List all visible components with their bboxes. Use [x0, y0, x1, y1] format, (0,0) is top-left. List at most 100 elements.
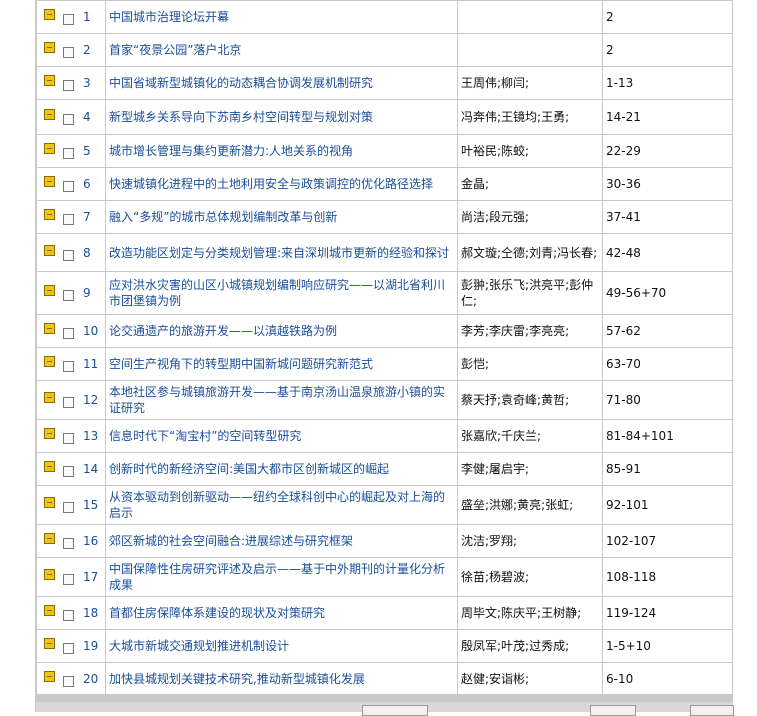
article-title-link[interactable]: 大城市新城交通规划推进机制设计 — [109, 639, 289, 653]
title-cell: 创新时代的新经济空间:美国大都市区创新城区的崛起 — [106, 453, 457, 485]
row-number: 17 — [83, 570, 99, 584]
highlighter-icon[interactable] — [44, 461, 55, 472]
authors-cell: 冯奔伟;王镜均;王勇; — [458, 100, 602, 134]
page-button-next[interactable] — [690, 705, 734, 716]
article-title-link[interactable]: 首都住房保障体系建设的现状及对策研究 — [109, 606, 325, 620]
row-checkbox[interactable] — [63, 676, 74, 687]
row-checkbox[interactable] — [63, 250, 74, 261]
row-checkbox[interactable] — [63, 214, 74, 225]
highlighter-icon[interactable] — [44, 209, 55, 220]
row-checkbox[interactable] — [63, 538, 74, 549]
pages-cell: 22-29 — [603, 135, 732, 167]
pages-cell: 92-101 — [603, 486, 732, 524]
table-row: 5 城市增长管理与集约更新潜力:人地关系的视角 叶裕民;陈蛟; 22-29 — [37, 135, 732, 167]
highlighter-icon[interactable] — [44, 533, 55, 544]
table-row: 19 大城市新城交通规划推进机制设计 殷凤军;叶茂;过秀成; 1-5+10 — [37, 630, 732, 662]
article-title-link[interactable]: 中国城市治理论坛开幕 — [109, 10, 229, 24]
article-title-link[interactable]: 新型城乡关系导向下苏南乡村空间转型与规划对策 — [109, 110, 373, 124]
title-cell: 新型城乡关系导向下苏南乡村空间转型与规划对策 — [106, 100, 457, 134]
row-checkbox[interactable] — [63, 433, 74, 444]
highlighter-icon[interactable] — [44, 569, 55, 580]
article-title-link[interactable]: 快速城镇化进程中的土地利用安全与政策调控的优化路径选择 — [109, 177, 433, 191]
row-number: 14 — [83, 462, 99, 476]
title-cell: 论交通遗产的旅游开发——以滇越铁路为例 — [106, 315, 457, 347]
highlighter-icon[interactable] — [44, 638, 55, 649]
highlighter-icon[interactable] — [44, 143, 55, 154]
highlighter-icon[interactable] — [44, 75, 55, 86]
title-cell: 中国省域新型城镇化的动态耦合协调发展机制研究 — [106, 67, 457, 99]
page-button-prev[interactable] — [590, 705, 636, 716]
article-title-link[interactable]: 融入“多规”的城市总体规划编制改革与创新 — [109, 210, 337, 224]
highlighter-icon[interactable] — [44, 42, 55, 53]
article-title-link[interactable]: 信息时代下“淘宝村”的空间转型研究 — [109, 429, 301, 443]
row-checkbox[interactable] — [63, 14, 74, 25]
title-cell: 城市增长管理与集约更新潜力:人地关系的视角 — [106, 135, 457, 167]
authors-cell: 彭恺; — [458, 348, 602, 380]
row-checkbox[interactable] — [63, 502, 74, 513]
row-number: 18 — [83, 606, 99, 620]
pages-cell: 37-41 — [603, 201, 732, 233]
highlighter-icon[interactable] — [44, 109, 55, 120]
highlighter-icon[interactable] — [44, 176, 55, 187]
row-select-cell: 3 — [37, 67, 105, 99]
pages-cell: 102-107 — [603, 525, 732, 557]
row-checkbox[interactable] — [63, 610, 74, 621]
highlighter-icon[interactable] — [44, 392, 55, 403]
pages-cell: 14-21 — [603, 100, 732, 134]
row-checkbox[interactable] — [63, 361, 74, 372]
article-title-link[interactable]: 中国保障性住房研究评述及启示——基于中外期刊的计量化分析成果 — [109, 562, 445, 592]
article-title-link[interactable]: 创新时代的新经济空间:美国大都市区创新城区的崛起 — [109, 462, 389, 476]
table-row: 16 郊区新城的社会空间融合:进展综述与研究框架 沈洁;罗翔; 102-107 — [37, 525, 732, 557]
pages-cell: 6-10 — [603, 663, 732, 694]
row-checkbox[interactable] — [63, 466, 74, 477]
highlighter-icon[interactable] — [44, 323, 55, 334]
pages-cell: 85-91 — [603, 453, 732, 485]
row-checkbox[interactable] — [63, 114, 74, 125]
authors-cell: 殷凤军;叶茂;过秀成; — [458, 630, 602, 662]
article-title-link[interactable]: 加快县城规划关键技术研究,推动新型城镇化发展 — [109, 672, 365, 686]
article-title-link[interactable]: 应对洪水灾害的山区小城镇规划编制响应研究——以湖北省利川市团堡镇为例 — [109, 278, 445, 308]
highlighter-icon[interactable] — [44, 605, 55, 616]
row-checkbox[interactable] — [63, 643, 74, 654]
title-cell: 信息时代下“淘宝村”的空间转型研究 — [106, 420, 457, 452]
row-checkbox[interactable] — [63, 397, 74, 408]
row-select-cell: 16 — [37, 525, 105, 557]
row-checkbox[interactable] — [63, 181, 74, 192]
row-number: 19 — [83, 639, 99, 653]
table-row: 1 中国城市治理论坛开幕 2 — [37, 1, 732, 33]
row-checkbox[interactable] — [63, 47, 74, 58]
highlighter-icon[interactable] — [44, 9, 55, 20]
article-title-link[interactable]: 中国省域新型城镇化的动态耦合协调发展机制研究 — [109, 76, 373, 90]
highlighter-icon[interactable] — [44, 285, 55, 296]
article-title-link[interactable]: 改造功能区划定与分类规划管理:来自深圳城市更新的经验和探讨 — [109, 246, 449, 260]
article-title-link[interactable]: 本地社区参与城镇旅游开发——基于南京汤山温泉旅游小镇的实证研究 — [109, 385, 445, 415]
title-cell: 首家“夜景公园”落户北京 — [106, 34, 457, 66]
highlighter-icon[interactable] — [44, 245, 55, 256]
row-checkbox[interactable] — [63, 290, 74, 301]
highlighter-icon[interactable] — [44, 497, 55, 508]
row-number: 5 — [83, 144, 91, 158]
highlighter-icon[interactable] — [44, 356, 55, 367]
article-title-link[interactable]: 首家“夜景公园”落户北京 — [109, 43, 241, 57]
row-checkbox[interactable] — [63, 80, 74, 91]
row-number: 1 — [83, 10, 91, 24]
highlighter-icon[interactable] — [44, 428, 55, 439]
title-cell: 郊区新城的社会空间融合:进展综述与研究框架 — [106, 525, 457, 557]
row-checkbox[interactable] — [63, 148, 74, 159]
table-row: 11 空间生产视角下的转型期中国新城问题研究新范式 彭恺; 63-70 — [37, 348, 732, 380]
row-select-cell: 6 — [37, 168, 105, 200]
row-number: 2 — [83, 43, 91, 57]
article-title-link[interactable]: 郊区新城的社会空间融合:进展综述与研究框架 — [109, 534, 353, 548]
article-title-link[interactable]: 空间生产视角下的转型期中国新城问题研究新范式 — [109, 357, 373, 371]
row-checkbox[interactable] — [63, 328, 74, 339]
authors-cell: 徐苗;杨碧波; — [458, 558, 602, 596]
article-title-link[interactable]: 论交通遗产的旅游开发——以滇越铁路为例 — [109, 324, 337, 338]
article-title-link[interactable]: 城市增长管理与集约更新潜力:人地关系的视角 — [109, 144, 353, 158]
article-title-link[interactable]: 从资本驱动到创新驱动——纽约全球科创中心的崛起及对上海的启示 — [109, 490, 445, 520]
table-row: 12 本地社区参与城镇旅游开发——基于南京汤山温泉旅游小镇的实证研究 蔡天抒;袁奇峰… — [37, 381, 732, 419]
title-cell: 改造功能区划定与分类规划管理:来自深圳城市更新的经验和探讨 — [106, 234, 457, 271]
authors-cell: 周毕文;陈庆平;王树静; — [458, 597, 602, 629]
highlighter-icon[interactable] — [44, 671, 55, 682]
row-checkbox[interactable] — [63, 574, 74, 585]
page-select[interactable] — [362, 705, 428, 716]
